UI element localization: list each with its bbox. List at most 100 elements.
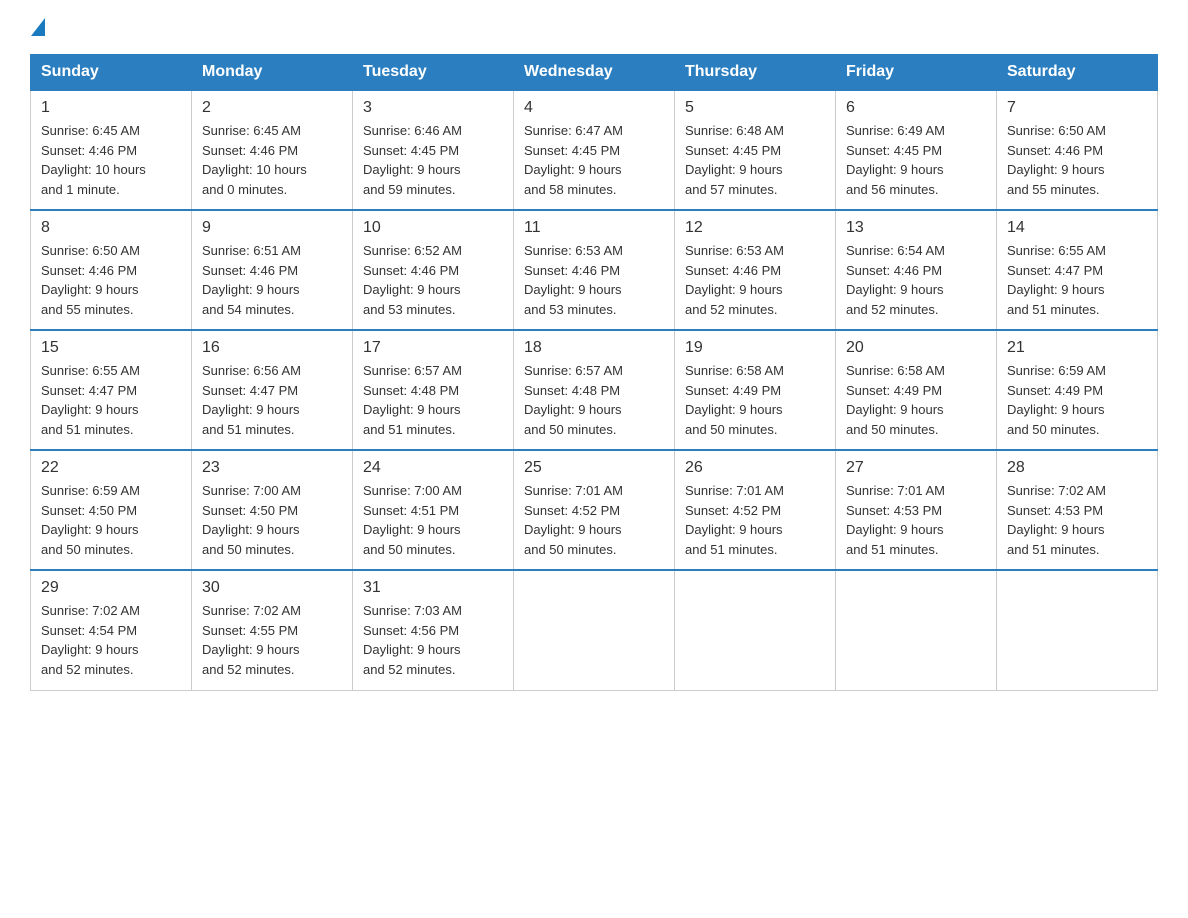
- page-header: [30, 20, 1158, 38]
- week-row-1: 1 Sunrise: 6:45 AMSunset: 4:46 PMDaylight…: [31, 90, 1158, 210]
- day-number: 15: [41, 339, 181, 357]
- day-number: 16: [202, 339, 342, 357]
- day-info: Sunrise: 6:53 AMSunset: 4:46 PMDaylight:…: [685, 241, 825, 319]
- calendar-cell: [514, 570, 675, 690]
- day-number: 19: [685, 339, 825, 357]
- day-info: Sunrise: 7:01 AMSunset: 4:53 PMDaylight:…: [846, 481, 986, 559]
- header-cell-wednesday: Wednesday: [514, 55, 675, 91]
- day-number: 13: [846, 219, 986, 237]
- day-number: 5: [685, 99, 825, 117]
- calendar-cell: 14Sunrise: 6:55 AMSunset: 4:47 PMDayligh…: [997, 210, 1158, 330]
- week-row-3: 15 Sunrise: 6:55 AMSunset: 4:47 PMDayligh…: [31, 330, 1158, 450]
- day-number: 20: [846, 339, 986, 357]
- calendar-cell: 10 Sunrise: 6:52 AMSunset: 4:46 PMDayligh…: [353, 210, 514, 330]
- day-number: 6: [846, 99, 986, 117]
- calendar-cell: 28 Sunrise: 7:02 AMSunset: 4:53 PMDayligh…: [997, 450, 1158, 570]
- calendar-table: SundayMondayTuesdayWednesdayThursdayFrid…: [30, 54, 1158, 691]
- calendar-cell: 19 Sunrise: 6:58 AMSunset: 4:49 PMDayligh…: [675, 330, 836, 450]
- day-info: Sunrise: 7:02 AMSunset: 4:55 PMDaylight:…: [202, 601, 342, 679]
- day-number: 8: [41, 219, 181, 237]
- calendar-cell: 13 Sunrise: 6:54 AMSunset: 4:46 PMDayligh…: [836, 210, 997, 330]
- day-number: 30: [202, 579, 342, 597]
- day-number: 22: [41, 459, 181, 477]
- calendar-body: 1 Sunrise: 6:45 AMSunset: 4:46 PMDaylight…: [31, 90, 1158, 690]
- day-number: 18: [524, 339, 664, 357]
- calendar-cell: 16 Sunrise: 6:56 AMSunset: 4:47 PMDayligh…: [192, 330, 353, 450]
- day-info: Sunrise: 6:52 AMSunset: 4:46 PMDaylight:…: [363, 241, 503, 319]
- day-info: Sunrise: 6:49 AMSunset: 4:45 PMDaylight:…: [846, 121, 986, 199]
- calendar-cell: 17 Sunrise: 6:57 AMSunset: 4:48 PMDayligh…: [353, 330, 514, 450]
- calendar-cell: 27 Sunrise: 7:01 AMSunset: 4:53 PMDayligh…: [836, 450, 997, 570]
- day-info: Sunrise: 6:58 AMSunset: 4:49 PMDaylight:…: [685, 361, 825, 439]
- calendar-cell: 8 Sunrise: 6:50 AMSunset: 4:46 PMDaylight…: [31, 210, 192, 330]
- day-number: 9: [202, 219, 342, 237]
- day-number: 21: [1007, 339, 1147, 357]
- calendar-cell: 5 Sunrise: 6:48 AMSunset: 4:45 PMDaylight…: [675, 90, 836, 210]
- logo: [30, 20, 45, 38]
- day-info: Sunrise: 7:03 AMSunset: 4:56 PMDaylight:…: [363, 601, 503, 679]
- day-info: Sunrise: 6:56 AMSunset: 4:47 PMDaylight:…: [202, 361, 342, 439]
- day-number: 28: [1007, 459, 1147, 477]
- calendar-cell: 25Sunrise: 7:01 AMSunset: 4:52 PMDayligh…: [514, 450, 675, 570]
- day-info: Sunrise: 6:48 AMSunset: 4:45 PMDaylight:…: [685, 121, 825, 199]
- calendar-cell: [836, 570, 997, 690]
- calendar-cell: 31 Sunrise: 7:03 AMSunset: 4:56 PMDayligh…: [353, 570, 514, 690]
- header-cell-thursday: Thursday: [675, 55, 836, 91]
- day-info: Sunrise: 6:55 AMSunset: 4:47 PMDaylight:…: [41, 361, 181, 439]
- day-info: Sunrise: 6:58 AMSunset: 4:49 PMDaylight:…: [846, 361, 986, 439]
- header-cell-sunday: Sunday: [31, 55, 192, 91]
- calendar-cell: 9 Sunrise: 6:51 AMSunset: 4:46 PMDaylight…: [192, 210, 353, 330]
- calendar-cell: 30 Sunrise: 7:02 AMSunset: 4:55 PMDayligh…: [192, 570, 353, 690]
- day-number: 4: [524, 99, 664, 117]
- day-info: Sunrise: 7:02 AMSunset: 4:54 PMDaylight:…: [41, 601, 181, 679]
- day-number: 31: [363, 579, 503, 597]
- day-number: 10: [363, 219, 503, 237]
- calendar-cell: [997, 570, 1158, 690]
- day-info: Sunrise: 7:00 AMSunset: 4:51 PMDaylight:…: [363, 481, 503, 559]
- day-info: Sunrise: 7:00 AMSunset: 4:50 PMDaylight:…: [202, 481, 342, 559]
- calendar-cell: 1 Sunrise: 6:45 AMSunset: 4:46 PMDaylight…: [31, 90, 192, 210]
- calendar-cell: 24 Sunrise: 7:00 AMSunset: 4:51 PMDayligh…: [353, 450, 514, 570]
- day-number: 24: [363, 459, 503, 477]
- day-number: 17: [363, 339, 503, 357]
- day-number: 23: [202, 459, 342, 477]
- week-row-5: 29Sunrise: 7:02 AMSunset: 4:54 PMDayligh…: [31, 570, 1158, 690]
- calendar-cell: 22Sunrise: 6:59 AMSunset: 4:50 PMDayligh…: [31, 450, 192, 570]
- header-cell-tuesday: Tuesday: [353, 55, 514, 91]
- day-info: Sunrise: 6:50 AMSunset: 4:46 PMDaylight:…: [41, 241, 181, 319]
- day-number: 27: [846, 459, 986, 477]
- day-number: 14: [1007, 219, 1147, 237]
- day-info: Sunrise: 6:47 AMSunset: 4:45 PMDaylight:…: [524, 121, 664, 199]
- day-number: 26: [685, 459, 825, 477]
- day-info: Sunrise: 6:53 AMSunset: 4:46 PMDaylight:…: [524, 241, 664, 319]
- day-number: 25: [524, 459, 664, 477]
- calendar-cell: 20 Sunrise: 6:58 AMSunset: 4:49 PMDayligh…: [836, 330, 997, 450]
- calendar-cell: 3 Sunrise: 6:46 AMSunset: 4:45 PMDaylight…: [353, 90, 514, 210]
- header-cell-friday: Friday: [836, 55, 997, 91]
- calendar-cell: 23 Sunrise: 7:00 AMSunset: 4:50 PMDayligh…: [192, 450, 353, 570]
- day-info: Sunrise: 6:51 AMSunset: 4:46 PMDaylight:…: [202, 241, 342, 319]
- calendar-cell: 7Sunrise: 6:50 AMSunset: 4:46 PMDaylight…: [997, 90, 1158, 210]
- day-info: Sunrise: 6:46 AMSunset: 4:45 PMDaylight:…: [363, 121, 503, 199]
- week-row-4: 22Sunrise: 6:59 AMSunset: 4:50 PMDayligh…: [31, 450, 1158, 570]
- day-info: Sunrise: 6:57 AMSunset: 4:48 PMDaylight:…: [524, 361, 664, 439]
- calendar-cell: 29Sunrise: 7:02 AMSunset: 4:54 PMDayligh…: [31, 570, 192, 690]
- calendar-cell: 21 Sunrise: 6:59 AMSunset: 4:49 PMDayligh…: [997, 330, 1158, 450]
- day-info: Sunrise: 7:02 AMSunset: 4:53 PMDaylight:…: [1007, 481, 1147, 559]
- day-number: 1: [41, 99, 181, 117]
- header-row: SundayMondayTuesdayWednesdayThursdayFrid…: [31, 55, 1158, 91]
- day-number: 11: [524, 219, 664, 237]
- calendar-cell: 15 Sunrise: 6:55 AMSunset: 4:47 PMDayligh…: [31, 330, 192, 450]
- day-info: Sunrise: 6:59 AMSunset: 4:49 PMDaylight:…: [1007, 361, 1147, 439]
- day-info: Sunrise: 6:57 AMSunset: 4:48 PMDaylight:…: [363, 361, 503, 439]
- calendar-cell: 4 Sunrise: 6:47 AMSunset: 4:45 PMDaylight…: [514, 90, 675, 210]
- calendar-cell: 18 Sunrise: 6:57 AMSunset: 4:48 PMDayligh…: [514, 330, 675, 450]
- calendar-header: SundayMondayTuesdayWednesdayThursdayFrid…: [31, 55, 1158, 91]
- day-info: Sunrise: 6:54 AMSunset: 4:46 PMDaylight:…: [846, 241, 986, 319]
- day-number: 7: [1007, 99, 1147, 117]
- day-number: 3: [363, 99, 503, 117]
- day-info: Sunrise: 6:45 AMSunset: 4:46 PMDaylight:…: [41, 121, 181, 199]
- day-number: 12: [685, 219, 825, 237]
- header-cell-monday: Monday: [192, 55, 353, 91]
- week-row-2: 8 Sunrise: 6:50 AMSunset: 4:46 PMDaylight…: [31, 210, 1158, 330]
